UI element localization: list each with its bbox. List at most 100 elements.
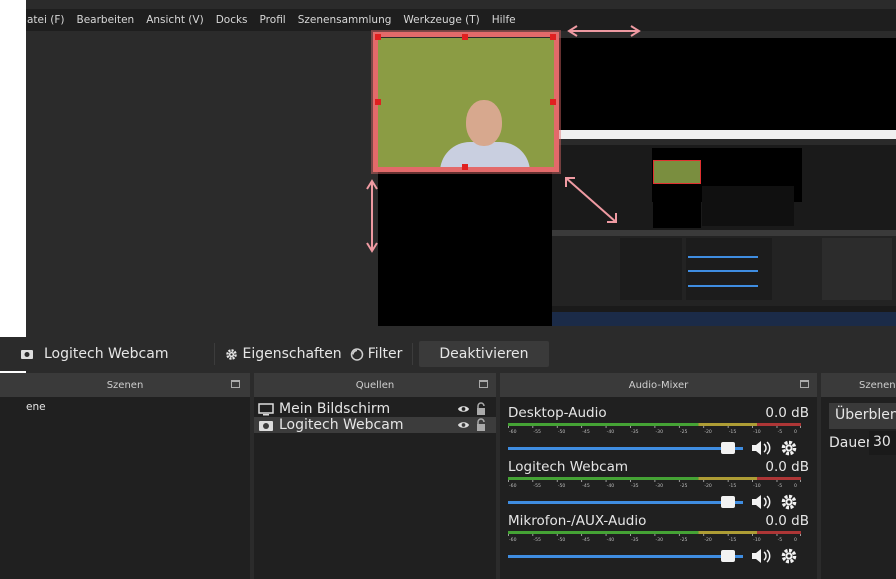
lock-icon[interactable]	[476, 418, 486, 431]
nested-meter-2	[688, 270, 758, 272]
meter-scale-label: -50	[558, 429, 566, 433]
filter-button[interactable]: Filter	[346, 342, 407, 366]
audio-track: Mikrofon-/AUX-Audio 0.0 dB -60 -55 -50 -45 -40…	[508, 509, 809, 565]
audio-track-level: 0.0 dB	[765, 459, 809, 475]
meter-scale-label: -15	[729, 429, 737, 433]
meter-scale-label: -50	[558, 483, 566, 487]
source-item-label: Logitech Webcam	[279, 417, 404, 433]
meter-scale-label: -35	[631, 483, 639, 487]
nested-dock-1	[620, 238, 682, 300]
toolbar-divider	[412, 343, 414, 365]
speaker-icon[interactable]	[751, 494, 771, 510]
meter-scale-label: 0	[794, 537, 797, 541]
transitions-dock: Szenen Überblenden Dauer 30	[821, 373, 896, 579]
nested-preview-b	[702, 186, 794, 226]
undock-icon[interactable]	[231, 380, 240, 388]
meter-scale-label: -60	[509, 483, 517, 487]
deactivate-button[interactable]: Deaktivieren	[419, 341, 549, 367]
meter-scale-label: -45	[582, 429, 590, 433]
meter-scale-label: -10	[753, 429, 761, 433]
undock-icon[interactable]	[800, 380, 809, 388]
volume-slider-handle[interactable]	[721, 550, 736, 562]
nested-preview-c	[653, 186, 701, 228]
meter-scale-label: -5	[778, 429, 783, 433]
resize-handle-top-right[interactable]	[550, 34, 556, 40]
gear-icon[interactable]	[780, 547, 798, 565]
transition-select[interactable]: Überblenden	[829, 403, 896, 429]
nested-screen-capture	[552, 130, 896, 326]
speaker-icon[interactable]	[751, 548, 771, 564]
meter-scale-label: -10	[753, 537, 761, 541]
nested-dock-2	[686, 238, 772, 300]
meter-scale-label: 0	[794, 429, 797, 433]
camera-icon	[259, 420, 273, 431]
scene-item[interactable]: ene	[0, 399, 250, 415]
meter-scale-label: -10	[753, 483, 761, 487]
camera-icon	[21, 350, 33, 359]
meter-scale-label: -55	[533, 537, 541, 541]
visibility-eye-icon[interactable]	[457, 419, 470, 431]
volume-slider-track[interactable]	[508, 555, 743, 558]
volume-slider-track[interactable]	[508, 447, 743, 450]
meter-scale-label: -20	[704, 483, 712, 487]
menu-edit[interactable]: Bearbeiten	[77, 14, 135, 26]
duration-label: Dauer	[829, 435, 872, 451]
duration-input[interactable]: 30	[869, 431, 896, 455]
visibility-eye-icon[interactable]	[457, 403, 470, 415]
audio-mixer-tracks: Desktop-Audio 0.0 dB -60 -55 -50 -45 -40 -35 -30…	[500, 397, 817, 565]
menu-docks[interactable]: Docks	[216, 14, 248, 26]
meter-scale-label: -25	[680, 483, 688, 487]
audio-track-level: 0.0 dB	[765, 405, 809, 421]
audio-track-name: Mikrofon-/AUX-Audio	[508, 513, 647, 529]
gear-icon	[226, 348, 238, 360]
source-item-screen[interactable]: Mein Bildschirm	[254, 401, 496, 417]
meter-scale-label: -35	[631, 537, 639, 541]
nested-title-bar	[552, 130, 896, 139]
transitions-header: Szenen	[821, 373, 896, 397]
audio-track-name: Logitech Webcam	[508, 459, 629, 475]
meter-scale-label: -25	[680, 429, 688, 433]
volume-slider-track[interactable]	[508, 501, 743, 504]
resize-handle-top[interactable]	[462, 34, 468, 40]
lock-icon[interactable]	[476, 402, 486, 415]
toolbar-divider	[214, 343, 216, 365]
resize-handle-right[interactable]	[550, 99, 556, 105]
source-selection-box[interactable]	[373, 32, 559, 172]
properties-button[interactable]: Eigenschaften	[221, 342, 345, 366]
nested-dock-3	[822, 238, 892, 300]
speaker-icon[interactable]	[751, 440, 771, 456]
meter-scale-label: -55	[533, 429, 541, 433]
preview-screen-top	[557, 38, 896, 132]
audio-mixer-title: Audio-Mixer	[628, 379, 689, 391]
meter-scale-label: -60	[509, 537, 517, 541]
volume-slider-handle[interactable]	[721, 442, 736, 454]
nested-webcam-thumb	[653, 160, 701, 184]
menu-help[interactable]: Hilfe	[492, 14, 516, 26]
menu-view[interactable]: Ansicht (V)	[146, 14, 203, 26]
menu-file[interactable]: atei (F)	[27, 14, 65, 26]
scene-item-label: ene	[26, 401, 46, 413]
meter-scale-label: -35	[631, 429, 639, 433]
audio-track-level: 0.0 dB	[765, 513, 809, 529]
audio-mixer-dock: Audio-Mixer Desktop-Audio 0.0 dB -60 -55 -50…	[500, 373, 817, 579]
volume-slider-handle[interactable]	[721, 496, 736, 508]
meter-scale-label: -20	[704, 537, 712, 541]
meter-scale-label: -20	[704, 429, 712, 433]
menu-profile[interactable]: Profil	[260, 14, 286, 26]
meter-scale-label: -5	[778, 483, 783, 487]
filter-label: Filter	[367, 346, 403, 362]
resize-handle-left[interactable]	[375, 99, 381, 105]
scenes-dock-header: Szenen	[0, 373, 250, 397]
scenes-dock: Szenen ene	[0, 373, 250, 579]
source-item-webcam[interactable]: Logitech Webcam	[254, 417, 496, 433]
resize-handle-top-left[interactable]	[375, 34, 381, 40]
menu-scene-collection[interactable]: Szenensammlung	[298, 14, 392, 26]
selected-source: Logitech Webcam	[0, 342, 174, 366]
meter-scale-label: -45	[582, 483, 590, 487]
undock-icon[interactable]	[479, 380, 488, 388]
resize-handle-bottom[interactable]	[462, 164, 468, 170]
meter-scale-label: -30	[656, 429, 664, 433]
meter-scale-label: -45	[582, 537, 590, 541]
menu-tools[interactable]: Werkzeuge (T)	[403, 14, 479, 26]
audio-level-meter: -60 -55 -50 -45 -40 -35 -30 -25 -20 -15 -10 -5 0	[508, 423, 801, 433]
